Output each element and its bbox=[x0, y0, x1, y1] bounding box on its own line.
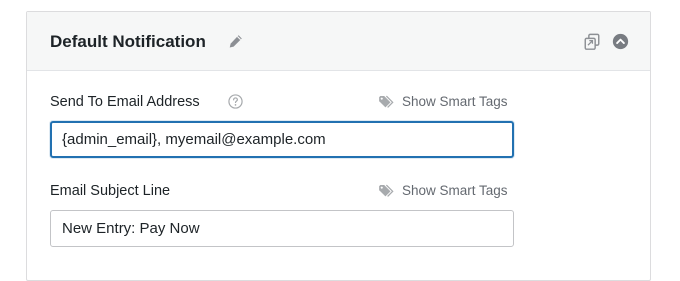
send-to-email-label: Send To Email Address bbox=[50, 94, 200, 110]
show-smart-tags-link[interactable]: Show Smart Tags bbox=[378, 93, 508, 111]
email-subject-input[interactable] bbox=[50, 210, 514, 247]
chevron-up-circle-icon[interactable] bbox=[612, 33, 629, 50]
email-subject-label: Email Subject Line bbox=[50, 183, 171, 199]
notification-panel: Default Notification Send To Email Addre… bbox=[26, 11, 651, 281]
panel-title: Default Notification bbox=[50, 32, 206, 51]
panel-header: Default Notification bbox=[27, 12, 650, 71]
pencil-icon[interactable] bbox=[227, 33, 244, 50]
send-to-email-input[interactable] bbox=[50, 121, 514, 158]
show-smart-tags-label: Show Smart Tags bbox=[402, 183, 508, 198]
clone-icon[interactable] bbox=[583, 33, 601, 51]
tag-icon bbox=[379, 184, 394, 197]
tag-icon bbox=[379, 95, 394, 108]
show-smart-tags-label: Show Smart Tags bbox=[402, 94, 508, 109]
help-icon[interactable] bbox=[228, 94, 243, 109]
show-smart-tags-link[interactable]: Show Smart Tags bbox=[378, 182, 508, 200]
